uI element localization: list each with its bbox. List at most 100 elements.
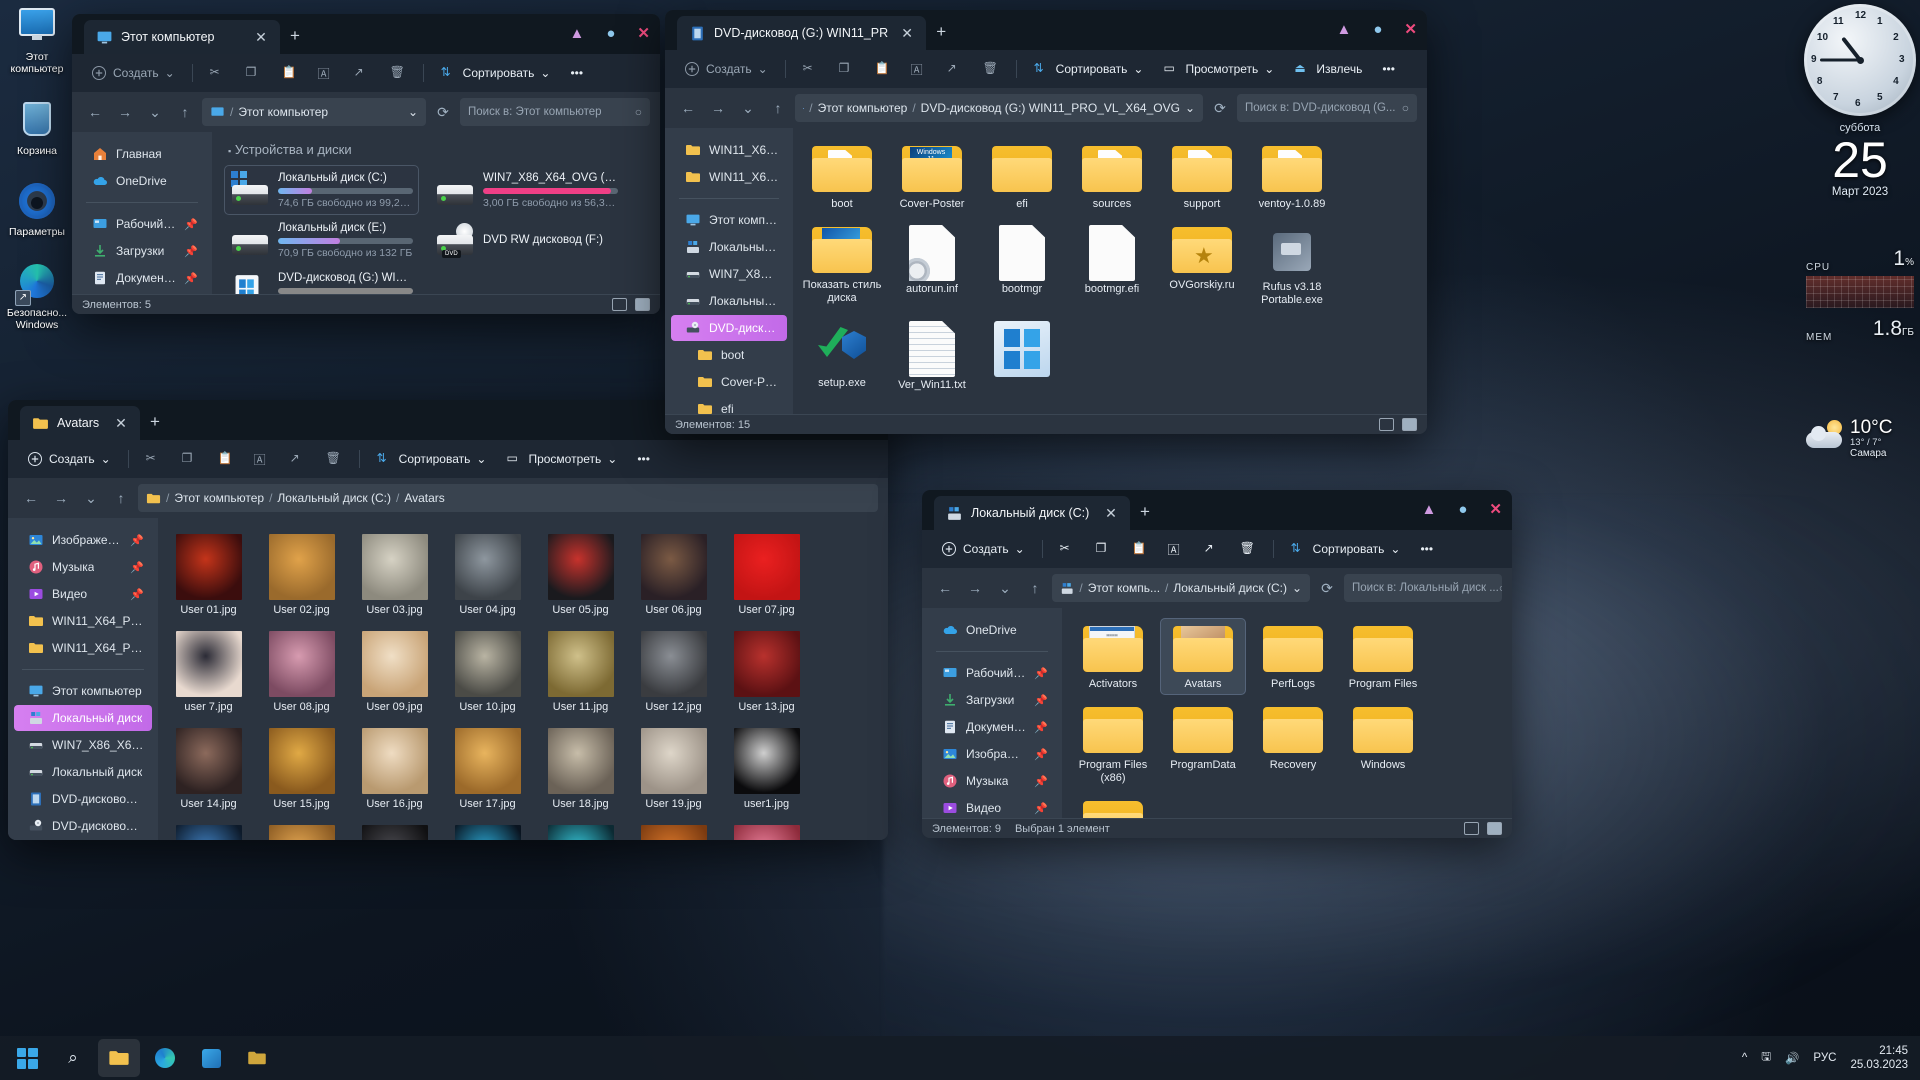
share-button[interactable]: ↗: [938, 56, 972, 82]
delete-button[interactable]: 🗑: [974, 56, 1008, 82]
taskbar[interactable]: ⌕ ^ 🖫 🔊 РУС 21:45 25.03.2023: [0, 1036, 1920, 1080]
sidebar-item-этот-компьютер[interactable]: Этот компьютер: [14, 678, 152, 704]
close-button[interactable]: ✕: [637, 24, 650, 42]
image-item[interactable]: User 09.jpg: [350, 625, 439, 718]
navigation-pane[interactable]: ГлавнаяOneDriveРабочий стол📌Загрузки📌Док…: [72, 132, 212, 294]
more-options-button[interactable]: •••: [1373, 57, 1404, 81]
sort-button[interactable]: ⇅ Сортировать⌄: [1025, 56, 1153, 82]
breadcrumb-item[interactable]: Этот компьютер: [238, 105, 328, 119]
file-item[interactable]: ventoy-1.0.89: [1249, 138, 1335, 215]
sidebar-item-загрузки[interactable]: Загрузки📌: [928, 687, 1056, 713]
recent-locations-button[interactable]: ⌄: [735, 95, 761, 121]
navigation-pane[interactable]: WIN11_X64_PRO_OWIN11_X64_PRO_OЭтот компь…: [665, 128, 793, 414]
address-bar[interactable]: ← → ⌄ ↑ /Этот компьютер /Локальный диск …: [8, 478, 888, 518]
details-view-button[interactable]: [1464, 822, 1479, 835]
file-item[interactable]: [979, 315, 1065, 396]
share-button[interactable]: ↗: [345, 60, 379, 86]
sidebar-item-win7-x86-x64[interactable]: WIN7_X86_X64: [671, 261, 787, 287]
tray-expand-button[interactable]: ^: [1742, 1052, 1747, 1064]
up-button[interactable]: ↑: [108, 485, 134, 511]
sidebar-item-рабочий-стол[interactable]: Рабочий стол📌: [78, 211, 206, 237]
file-item[interactable]: support: [1159, 138, 1245, 215]
search-button[interactable]: ⌕: [52, 1039, 94, 1077]
cut-button[interactable]: ✂: [1051, 536, 1085, 562]
paste-button[interactable]: 📋: [209, 446, 243, 472]
toolbar[interactable]: Создать⌄ ✂ ❐ 📋 🄰 ↗ 🗑 ⇅ Сортировать⌄ •••: [72, 54, 660, 92]
new-button[interactable]: Создать⌄: [18, 446, 120, 472]
taskbar-clock[interactable]: 21:45 25.03.2023: [1850, 1044, 1908, 1072]
file-item[interactable]: Windows: [1340, 699, 1426, 789]
desktop-icon-recycle-bin[interactable]: Корзина: [0, 93, 74, 161]
sidebar-item-документы[interactable]: Документы📌: [928, 714, 1056, 740]
new-tab-button[interactable]: +: [280, 20, 310, 54]
tab-close-button[interactable]: ✕: [110, 415, 132, 432]
rename-button[interactable]: 🄰: [902, 56, 936, 82]
navigation-pane[interactable]: Изображения📌Музыка📌Видео📌WIN11_X64_PRO_O…: [8, 518, 158, 840]
share-button[interactable]: ↗: [1195, 536, 1229, 562]
edge-button[interactable]: [144, 1039, 186, 1077]
close-button[interactable]: ✕: [1489, 500, 1502, 518]
toolbar[interactable]: Создать⌄ ✂ ❐ 📋 🄰 ↗ 🗑 ⇅ Сортировать⌄ ▭ Пр…: [8, 440, 888, 478]
drive-item[interactable]: Локальный диск (C:)74,6 ГБ свободно из 9…: [224, 165, 419, 215]
image-item[interactable]: User 14.jpg: [164, 722, 253, 815]
sidebar-item-локальный-ди[interactable]: Локальный ди...: [671, 234, 787, 260]
search-input[interactable]: Поиск в: Этот компьютер ○: [460, 98, 650, 126]
maximize-button[interactable]: ●: [1373, 21, 1382, 38]
large-icons-view-button[interactable]: [635, 298, 650, 311]
minimize-button[interactable]: ▲: [1337, 21, 1352, 38]
file-item[interactable]: Показать стиль диска: [799, 219, 885, 311]
image-item[interactable]: user4.jpg: [350, 819, 439, 840]
sidebar-item-win11-x64-pro-o[interactable]: WIN11_X64_PRO_O: [14, 608, 152, 634]
recent-locations-button[interactable]: ⌄: [142, 99, 168, 125]
sidebar-item-изображения[interactable]: Изображения📌: [14, 527, 152, 553]
more-options-button[interactable]: •••: [1411, 537, 1442, 561]
more-options-button[interactable]: •••: [561, 61, 592, 85]
image-item[interactable]: User 19.jpg: [629, 722, 718, 815]
file-item[interactable]: Windows 11Cover-Poster: [889, 138, 975, 215]
breadcrumb-item[interactable]: Локальный диск (C:): [277, 491, 391, 505]
file-item[interactable]: Program Files (x86): [1070, 699, 1156, 789]
new-button[interactable]: Создать⌄: [82, 60, 184, 86]
copy-button[interactable]: ❐: [830, 56, 864, 82]
sidebar-item-dvd-дисковод-g[interactable]: DVD-дисковод (G: [14, 786, 152, 812]
paste-button[interactable]: 📋: [1123, 536, 1157, 562]
sidebar-item-dvd-дисковод[interactable]: DVD-дисковод: [671, 315, 787, 341]
sidebar-item-локальный-диск[interactable]: Локальный диск: [14, 759, 152, 785]
file-item[interactable]: bootmgr: [979, 219, 1065, 311]
refresh-button[interactable]: ⟳: [1207, 95, 1233, 121]
sidebar-item-onedrive[interactable]: OneDrive: [928, 617, 1056, 643]
new-tab-button[interactable]: +: [926, 16, 956, 50]
sidebar-item-музыка[interactable]: Музыка📌: [14, 554, 152, 580]
image-item[interactable]: [443, 819, 532, 840]
copy-button[interactable]: ❐: [237, 60, 271, 86]
paste-button[interactable]: 📋: [866, 56, 900, 82]
forward-button[interactable]: →: [705, 95, 731, 121]
sort-button[interactable]: ⇅ Сортировать⌄: [432, 60, 560, 86]
minimize-button[interactable]: ▲: [570, 25, 585, 42]
breadcrumb-item[interactable]: Этот компьютер: [818, 101, 908, 115]
up-button[interactable]: ↑: [765, 95, 791, 121]
image-item[interactable]: User 10.jpg: [443, 625, 532, 718]
image-item[interactable]: User 13.jpg: [722, 625, 811, 718]
store-button[interactable]: [190, 1039, 232, 1077]
toolbar[interactable]: Создать⌄ ✂ ❐ 📋 🄰 ↗ 🗑 ⇅ Сортировать⌄ •••: [922, 530, 1512, 568]
rename-button[interactable]: 🄰: [245, 446, 279, 472]
file-list[interactable]: ▪ Устройства и диски Локальный диск (C:)…: [212, 132, 660, 294]
desktop-icon-this-pc[interactable]: Этот компьютер: [0, 0, 74, 79]
rename-button[interactable]: 🄰: [1159, 536, 1193, 562]
more-options-button[interactable]: •••: [628, 447, 659, 471]
close-button[interactable]: ✕: [1404, 20, 1417, 38]
search-input[interactable]: Поиск в: Локальный диск ... ○: [1344, 574, 1502, 602]
maximize-button[interactable]: ●: [606, 25, 615, 42]
breadcrumb[interactable]: /Этот компьютер /Локальный диск (C:) /Av…: [138, 484, 878, 512]
drive-item[interactable]: DVDDVD RW дисковод (F:): [429, 215, 624, 265]
forward-button[interactable]: →: [48, 485, 74, 511]
tab-local-disk-c[interactable]: Локальный диск (C:) ✕: [934, 496, 1130, 530]
explorer2-button[interactable]: [236, 1039, 278, 1077]
tab-close-button[interactable]: ✕: [896, 25, 918, 42]
file-item[interactable]: sources: [1069, 138, 1155, 215]
titlebar[interactable]: Локальный диск (C:) ✕ + ▲ ● ✕: [922, 490, 1512, 530]
sidebar-item-локальный-диск[interactable]: Локальный диск: [14, 705, 152, 731]
delete-button[interactable]: 🗑: [1231, 536, 1265, 562]
sidebar-item-изображения[interactable]: Изображения📌: [928, 741, 1056, 767]
